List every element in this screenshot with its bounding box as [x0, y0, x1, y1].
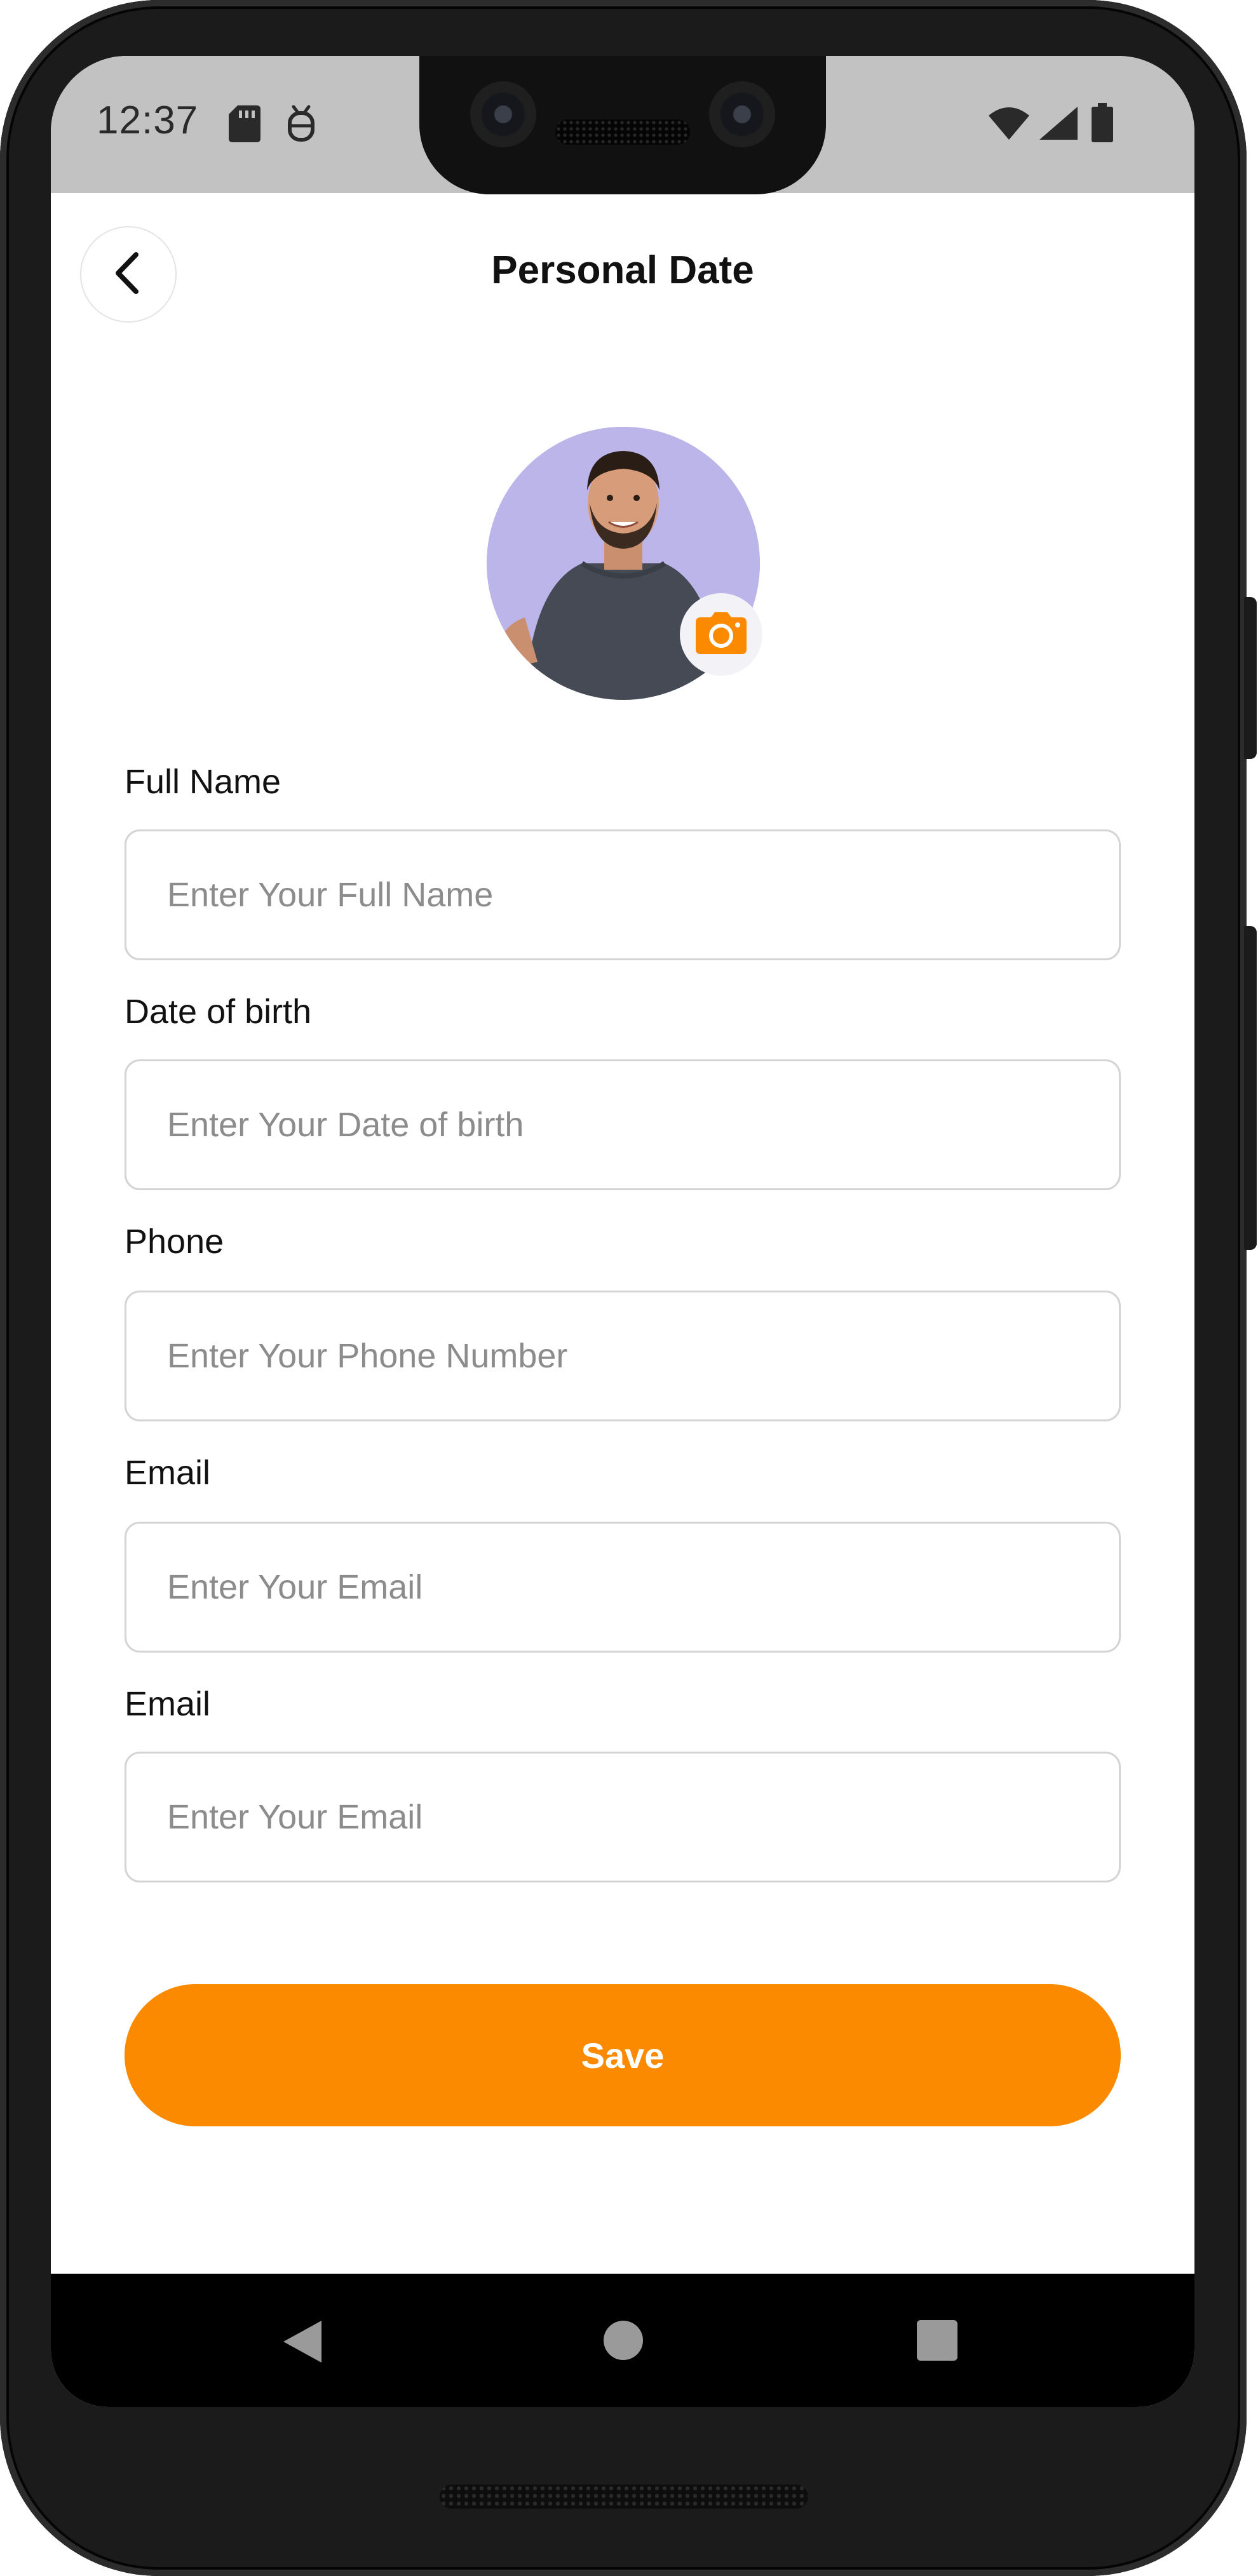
date-of-birth-input[interactable] [125, 1059, 1121, 1190]
save-button[interactable]: Save [125, 1984, 1121, 2126]
email-label: Email [125, 1454, 211, 1492]
earpiece [555, 119, 690, 145]
email-input[interactable] [125, 1522, 1121, 1653]
date-of-birth-label: Date of birth [125, 993, 312, 1031]
front-sensor [709, 81, 775, 147]
notch [419, 56, 826, 194]
bug-icon [286, 104, 316, 145]
page-title: Personal Date [491, 248, 754, 292]
triangle-back-icon[interactable] [281, 2319, 323, 2367]
email-input-2[interactable] [125, 1752, 1121, 1882]
wifi-icon [989, 107, 1029, 143]
change-photo-button[interactable] [680, 593, 762, 676]
email-label-2: Email [125, 1685, 211, 1723]
sd-card-icon [229, 105, 260, 145]
circle-home-icon[interactable] [602, 2319, 644, 2365]
square-recents-icon[interactable] [916, 2319, 958, 2365]
front-camera [470, 81, 536, 147]
signal-icon [1039, 107, 1078, 143]
screen: 12:37 Personal Date Full Name Enter Your… [51, 56, 1194, 2407]
camera-icon [696, 612, 747, 657]
bottom-speaker [440, 2485, 808, 2509]
navigation-bar [51, 2274, 1194, 2407]
battery-icon [1092, 103, 1113, 145]
full-name-input[interactable] [125, 829, 1121, 960]
power-button [1244, 597, 1257, 759]
phone-label: Phone [125, 1223, 224, 1261]
volume-button [1244, 926, 1257, 1250]
phone-input[interactable] [125, 1291, 1121, 1421]
status-time: 12:37 [97, 98, 199, 142]
full-name-label: Full Name [125, 763, 281, 801]
